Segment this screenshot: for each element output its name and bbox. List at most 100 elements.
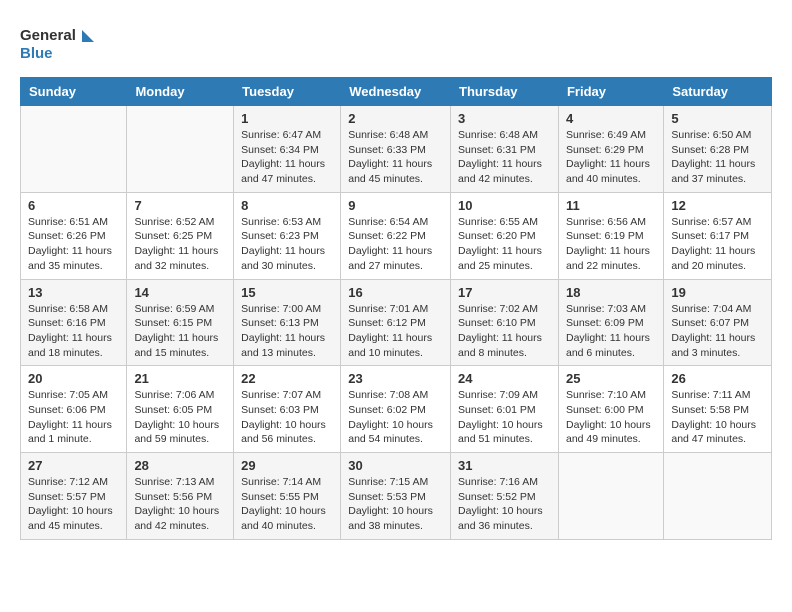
- calendar-cell: 30Sunrise: 7:15 AM Sunset: 5:53 PM Dayli…: [341, 453, 451, 540]
- day-number: 25: [566, 371, 656, 386]
- calendar-cell: 13 Sunrise: 6:58 AM Sunset: 6:16 PM Dayli…: [21, 279, 127, 366]
- day-number: 6: [28, 198, 119, 213]
- day-info: Sunrise: 7:06 AM Sunset: 6:05 PM Dayligh…: [134, 388, 226, 447]
- calendar-cell: 22 Sunrise: 7:07 AM Sunset: 6:03 PM Dayli…: [234, 366, 341, 453]
- calendar-week-4: 20 Sunrise: 7:05 AM Sunset: 6:06 PM Dayli…: [21, 366, 772, 453]
- day-number: 14: [134, 285, 226, 300]
- calendar-cell: [664, 453, 772, 540]
- day-info: Sunrise: 7:09 AM Sunset: 6:01 PM Dayligh…: [458, 388, 551, 447]
- day-info: Sunrise: 7:11 AM Sunset: 5:58 PM Dayligh…: [671, 388, 764, 447]
- day-info: Sunrise: 6:47 AM Sunset: 6:34 PM Dayligh…: [241, 128, 333, 187]
- calendar-week-3: 13 Sunrise: 6:58 AM Sunset: 6:16 PM Dayli…: [21, 279, 772, 366]
- day-info: Sunrise: 7:02 AM Sunset: 6:10 PM Dayligh…: [458, 302, 551, 361]
- day-info: Sunrise: 6:53 AM Sunset: 6:23 PM Dayligh…: [241, 215, 333, 274]
- calendar-cell: 11 Sunrise: 6:56 AM Sunset: 6:19 PM Dayli…: [558, 192, 663, 279]
- calendar-cell: 29 Sunrise: 7:14 AM Sunset: 5:55 PM Dayli…: [234, 453, 341, 540]
- day-info: Sunrise: 7:07 AM Sunset: 6:03 PM Dayligh…: [241, 388, 333, 447]
- day-number: 28: [134, 458, 226, 473]
- day-number: 4: [566, 111, 656, 126]
- calendar-cell: 10Sunrise: 6:55 AM Sunset: 6:20 PM Dayli…: [451, 192, 559, 279]
- day-header-friday: Friday: [558, 78, 663, 106]
- day-number: 2: [348, 111, 443, 126]
- calendar-cell: 2 Sunrise: 6:48 AM Sunset: 6:33 PM Daylig…: [341, 106, 451, 193]
- day-info: Sunrise: 7:12 AM Sunset: 5:57 PM Dayligh…: [28, 475, 119, 534]
- calendar-week-2: 6Sunrise: 6:51 AM Sunset: 6:26 PM Daylig…: [21, 192, 772, 279]
- day-info: Sunrise: 7:08 AM Sunset: 6:02 PM Dayligh…: [348, 388, 443, 447]
- day-number: 7: [134, 198, 226, 213]
- day-info: Sunrise: 7:05 AM Sunset: 6:06 PM Dayligh…: [28, 388, 119, 447]
- calendar-cell: 28 Sunrise: 7:13 AM Sunset: 5:56 PM Dayli…: [127, 453, 234, 540]
- day-number: 15: [241, 285, 333, 300]
- calendar-cell: 17 Sunrise: 7:02 AM Sunset: 6:10 PM Dayli…: [451, 279, 559, 366]
- logo-svg: General Blue: [20, 20, 100, 65]
- day-header-monday: Monday: [127, 78, 234, 106]
- day-info: Sunrise: 6:56 AM Sunset: 6:19 PM Dayligh…: [566, 215, 656, 274]
- day-info: Sunrise: 7:14 AM Sunset: 5:55 PM Dayligh…: [241, 475, 333, 534]
- day-info: Sunrise: 7:04 AM Sunset: 6:07 PM Dayligh…: [671, 302, 764, 361]
- day-number: 5: [671, 111, 764, 126]
- calendar-cell: 3Sunrise: 6:48 AM Sunset: 6:31 PM Daylig…: [451, 106, 559, 193]
- day-info: Sunrise: 6:57 AM Sunset: 6:17 PM Dayligh…: [671, 215, 764, 274]
- day-header-wednesday: Wednesday: [341, 78, 451, 106]
- day-info: Sunrise: 7:13 AM Sunset: 5:56 PM Dayligh…: [134, 475, 226, 534]
- day-info: Sunrise: 6:59 AM Sunset: 6:15 PM Dayligh…: [134, 302, 226, 361]
- day-number: 20: [28, 371, 119, 386]
- calendar-cell: 25 Sunrise: 7:10 AM Sunset: 6:00 PM Dayli…: [558, 366, 663, 453]
- svg-text:Blue: Blue: [20, 45, 53, 62]
- day-number: 31: [458, 458, 551, 473]
- day-info: Sunrise: 6:55 AM Sunset: 6:20 PM Dayligh…: [458, 215, 551, 274]
- day-info: Sunrise: 6:48 AM Sunset: 6:33 PM Dayligh…: [348, 128, 443, 187]
- day-info: Sunrise: 7:10 AM Sunset: 6:00 PM Dayligh…: [566, 388, 656, 447]
- calendar-cell: 4 Sunrise: 6:49 AM Sunset: 6:29 PM Daylig…: [558, 106, 663, 193]
- calendar-cell: 24Sunrise: 7:09 AM Sunset: 6:01 PM Dayli…: [451, 366, 559, 453]
- day-number: 12: [671, 198, 764, 213]
- calendar-cell: 21 Sunrise: 7:06 AM Sunset: 6:05 PM Dayli…: [127, 366, 234, 453]
- day-info: Sunrise: 6:54 AM Sunset: 6:22 PM Dayligh…: [348, 215, 443, 274]
- calendar-cell: 15Sunrise: 7:00 AM Sunset: 6:13 PM Dayli…: [234, 279, 341, 366]
- day-info: Sunrise: 6:58 AM Sunset: 6:16 PM Dayligh…: [28, 302, 119, 361]
- calendar-week-1: 1 Sunrise: 6:47 AM Sunset: 6:34 PM Daylig…: [21, 106, 772, 193]
- logo: General Blue: [20, 20, 100, 65]
- day-number: 21: [134, 371, 226, 386]
- day-number: 19: [671, 285, 764, 300]
- day-header-saturday: Saturday: [664, 78, 772, 106]
- page-header: General Blue: [20, 20, 772, 65]
- day-number: 13: [28, 285, 119, 300]
- day-number: 26: [671, 371, 764, 386]
- day-info: Sunrise: 7:16 AM Sunset: 5:52 PM Dayligh…: [458, 475, 551, 534]
- calendar-cell: 8 Sunrise: 6:53 AM Sunset: 6:23 PM Daylig…: [234, 192, 341, 279]
- calendar-cell: 16Sunrise: 7:01 AM Sunset: 6:12 PM Dayli…: [341, 279, 451, 366]
- day-header-tuesday: Tuesday: [234, 78, 341, 106]
- day-number: 1: [241, 111, 333, 126]
- calendar-cell: [127, 106, 234, 193]
- calendar-cell: 23 Sunrise: 7:08 AM Sunset: 6:02 PM Dayli…: [341, 366, 451, 453]
- calendar-cell: 31 Sunrise: 7:16 AM Sunset: 5:52 PM Dayli…: [451, 453, 559, 540]
- day-info: Sunrise: 7:03 AM Sunset: 6:09 PM Dayligh…: [566, 302, 656, 361]
- calendar-cell: [21, 106, 127, 193]
- day-number: 3: [458, 111, 551, 126]
- day-number: 23: [348, 371, 443, 386]
- day-info: Sunrise: 6:49 AM Sunset: 6:29 PM Dayligh…: [566, 128, 656, 187]
- day-info: Sunrise: 6:52 AM Sunset: 6:25 PM Dayligh…: [134, 215, 226, 274]
- day-number: 11: [566, 198, 656, 213]
- day-number: 8: [241, 198, 333, 213]
- day-number: 17: [458, 285, 551, 300]
- day-info: Sunrise: 7:15 AM Sunset: 5:53 PM Dayligh…: [348, 475, 443, 534]
- svg-text:General: General: [20, 27, 76, 44]
- calendar-cell: 9 Sunrise: 6:54 AM Sunset: 6:22 PM Daylig…: [341, 192, 451, 279]
- calendar-cell: 27 Sunrise: 7:12 AM Sunset: 5:57 PM Dayli…: [21, 453, 127, 540]
- day-number: 18: [566, 285, 656, 300]
- calendar-cell: 19 Sunrise: 7:04 AM Sunset: 6:07 PM Dayli…: [664, 279, 772, 366]
- day-number: 9: [348, 198, 443, 213]
- calendar-cell: 7 Sunrise: 6:52 AM Sunset: 6:25 PM Daylig…: [127, 192, 234, 279]
- calendar-cell: 20 Sunrise: 7:05 AM Sunset: 6:06 PM Dayli…: [21, 366, 127, 453]
- day-number: 29: [241, 458, 333, 473]
- day-header-thursday: Thursday: [451, 78, 559, 106]
- calendar-cell: [558, 453, 663, 540]
- day-number: 27: [28, 458, 119, 473]
- day-info: Sunrise: 6:50 AM Sunset: 6:28 PM Dayligh…: [671, 128, 764, 187]
- calendar-cell: 6Sunrise: 6:51 AM Sunset: 6:26 PM Daylig…: [21, 192, 127, 279]
- day-number: 22: [241, 371, 333, 386]
- day-info: Sunrise: 7:01 AM Sunset: 6:12 PM Dayligh…: [348, 302, 443, 361]
- calendar-cell: 12 Sunrise: 6:57 AM Sunset: 6:17 PM Dayli…: [664, 192, 772, 279]
